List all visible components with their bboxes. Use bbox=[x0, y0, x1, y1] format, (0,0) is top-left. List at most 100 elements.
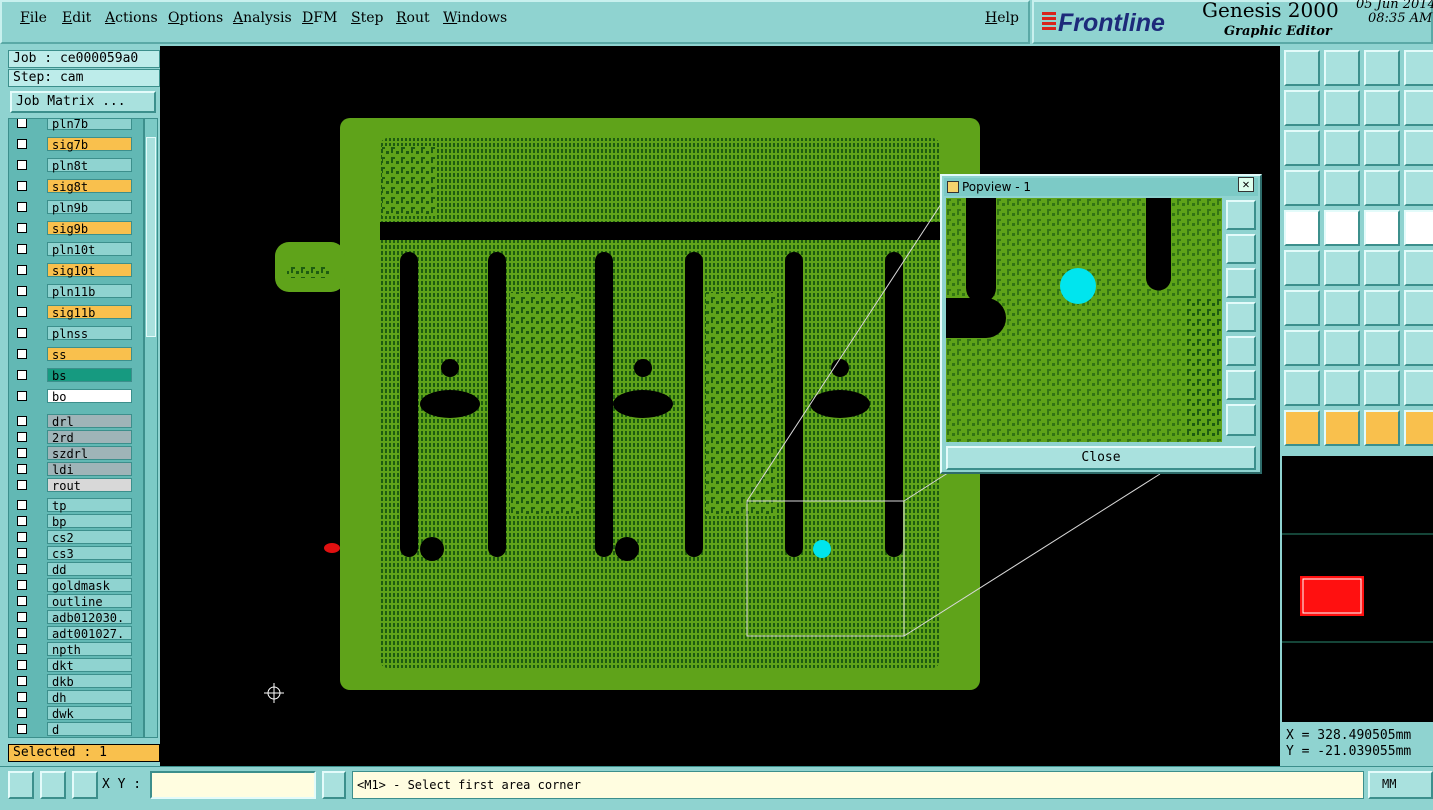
layer-name[interactable]: sig11b bbox=[47, 305, 132, 320]
layer-checkbox[interactable] bbox=[17, 370, 27, 380]
layer-name[interactable]: sig9b bbox=[47, 221, 132, 236]
tool-button-8-1[interactable] bbox=[1324, 370, 1360, 406]
layer-name[interactable]: drl bbox=[47, 414, 132, 429]
layer-checkbox[interactable] bbox=[17, 265, 27, 275]
tool-button-6-2[interactable] bbox=[1364, 290, 1400, 326]
layer-row-dwk[interactable]: dwk bbox=[9, 705, 143, 721]
layer-name[interactable]: d bbox=[47, 722, 132, 737]
layer-name[interactable]: pln7b bbox=[47, 119, 132, 131]
tool-button-1-0[interactable] bbox=[1284, 90, 1320, 126]
layer-name[interactable]: sig8t bbox=[47, 179, 132, 194]
layer-checkbox[interactable] bbox=[17, 480, 27, 490]
tool-button-6-0[interactable] bbox=[1284, 290, 1320, 326]
info-icon[interactable] bbox=[322, 771, 346, 799]
job-matrix-button[interactable]: Job Matrix ... bbox=[10, 91, 156, 113]
tool-button-4-2[interactable] bbox=[1364, 210, 1400, 246]
layer-name[interactable]: tp bbox=[47, 498, 132, 513]
layer-row-drl[interactable]: drl bbox=[9, 413, 143, 429]
menu-windows[interactable]: Windows bbox=[443, 10, 507, 26]
layer-checkbox[interactable] bbox=[17, 548, 27, 558]
layer-name[interactable]: pln11b bbox=[47, 284, 132, 299]
layer-row-sig9b[interactable]: sig9b bbox=[9, 220, 143, 236]
popview-down-button[interactable] bbox=[1226, 268, 1256, 298]
layer-row-goldmask[interactable]: goldmask bbox=[9, 577, 143, 593]
layer-checkbox[interactable] bbox=[17, 708, 27, 718]
layer-name[interactable]: plnss bbox=[47, 326, 132, 341]
layer-row-pln9b[interactable]: pln9b bbox=[9, 199, 143, 215]
layer-checkbox[interactable] bbox=[17, 448, 27, 458]
menu-options[interactable]: Options bbox=[168, 10, 223, 26]
tool-button-3-0[interactable] bbox=[1284, 170, 1320, 206]
layer-row-sig11b[interactable]: sig11b bbox=[9, 304, 143, 320]
popview-zoom-in-button[interactable] bbox=[1226, 200, 1256, 230]
snap-icon[interactable] bbox=[8, 771, 34, 799]
layer-row-cs2[interactable]: cs2 bbox=[9, 529, 143, 545]
layer-name[interactable]: goldmask bbox=[47, 578, 132, 593]
layer-row-npth[interactable]: npth bbox=[9, 641, 143, 657]
popview-center-button[interactable] bbox=[1226, 404, 1256, 436]
unit-selector[interactable]: MM bbox=[1368, 771, 1433, 799]
layer-row-pln7b[interactable]: pln7b bbox=[9, 119, 143, 131]
layer-name[interactable]: dkb bbox=[47, 674, 132, 689]
layer-name[interactable]: outline bbox=[47, 594, 132, 609]
layer-checkbox[interactable] bbox=[17, 139, 27, 149]
menu-analysis[interactable]: Analysis bbox=[233, 10, 292, 26]
layer-row-pln11b[interactable]: pln11b bbox=[9, 283, 143, 299]
tool-button-7-1[interactable] bbox=[1324, 330, 1360, 366]
tool-button-8-3[interactable] bbox=[1404, 370, 1433, 406]
layer-checkbox[interactable] bbox=[17, 416, 27, 426]
layer-name[interactable]: cs2 bbox=[47, 530, 132, 545]
tool-button-0-1[interactable] bbox=[1324, 50, 1360, 86]
tool-button-1-2[interactable] bbox=[1364, 90, 1400, 126]
tool-button-7-2[interactable] bbox=[1364, 330, 1400, 366]
layer-checkbox[interactable] bbox=[17, 349, 27, 359]
layer-name[interactable]: rout bbox=[47, 478, 132, 493]
tool-button-3-3[interactable] bbox=[1404, 170, 1433, 206]
tool-button-9-0[interactable] bbox=[1284, 410, 1320, 446]
layer-checkbox[interactable] bbox=[17, 612, 27, 622]
tool-button-0-3[interactable] bbox=[1404, 50, 1433, 86]
layer-checkbox[interactable] bbox=[17, 119, 27, 128]
layer-name[interactable]: ldi bbox=[47, 462, 132, 477]
layer-row-plnss[interactable]: plnss bbox=[9, 325, 143, 341]
layer-name[interactable]: pln9b bbox=[47, 200, 132, 215]
layer-name[interactable]: bo bbox=[47, 389, 132, 404]
layer-checkbox[interactable] bbox=[17, 202, 27, 212]
layer-row-sig7b[interactable]: sig7b bbox=[9, 136, 143, 152]
tool-button-7-3[interactable] bbox=[1404, 330, 1433, 366]
layer-checkbox[interactable] bbox=[17, 596, 27, 606]
popview-title[interactable]: Popview - 1 bbox=[944, 178, 1258, 196]
layer-row-pln8t[interactable]: pln8t bbox=[9, 157, 143, 173]
layer-checkbox[interactable] bbox=[17, 244, 27, 254]
tool-button-2-2[interactable] bbox=[1364, 130, 1400, 166]
layer-checkbox[interactable] bbox=[17, 464, 27, 474]
layer-checkbox[interactable] bbox=[17, 432, 27, 442]
layer-checkbox[interactable] bbox=[17, 532, 27, 542]
layer-checkbox[interactable] bbox=[17, 391, 27, 401]
tool-button-8-0[interactable] bbox=[1284, 370, 1320, 406]
tool-button-3-1[interactable] bbox=[1324, 170, 1360, 206]
layer-checkbox[interactable] bbox=[17, 328, 27, 338]
layer-name[interactable]: sig10t bbox=[47, 263, 132, 278]
tool-button-2-1[interactable] bbox=[1324, 130, 1360, 166]
overview-map[interactable] bbox=[1282, 456, 1433, 722]
layer-row-bp[interactable]: bp bbox=[9, 513, 143, 529]
layer-checkbox[interactable] bbox=[17, 724, 27, 734]
tool-button-5-3[interactable] bbox=[1404, 250, 1433, 286]
layer-row-tp[interactable]: tp bbox=[9, 497, 143, 513]
tool-button-2-3[interactable] bbox=[1404, 130, 1433, 166]
close-icon[interactable]: ✕ bbox=[1238, 177, 1254, 192]
layer-name[interactable]: dd bbox=[47, 562, 132, 577]
layer-row-2rd[interactable]: 2rd bbox=[9, 429, 143, 445]
layer-name[interactable]: dwk bbox=[47, 706, 132, 721]
menu-step[interactable]: Step bbox=[351, 10, 383, 26]
popview-fit-button[interactable] bbox=[1226, 370, 1256, 400]
tool-button-4-3[interactable] bbox=[1404, 210, 1433, 246]
tool-button-1-3[interactable] bbox=[1404, 90, 1433, 126]
layer-checkbox[interactable] bbox=[17, 628, 27, 638]
tool-button-2-0[interactable] bbox=[1284, 130, 1320, 166]
layer-checkbox[interactable] bbox=[17, 580, 27, 590]
tool-button-3-2[interactable] bbox=[1364, 170, 1400, 206]
tool-button-0-2[interactable] bbox=[1364, 50, 1400, 86]
scrollbar-thumb[interactable] bbox=[146, 137, 156, 337]
